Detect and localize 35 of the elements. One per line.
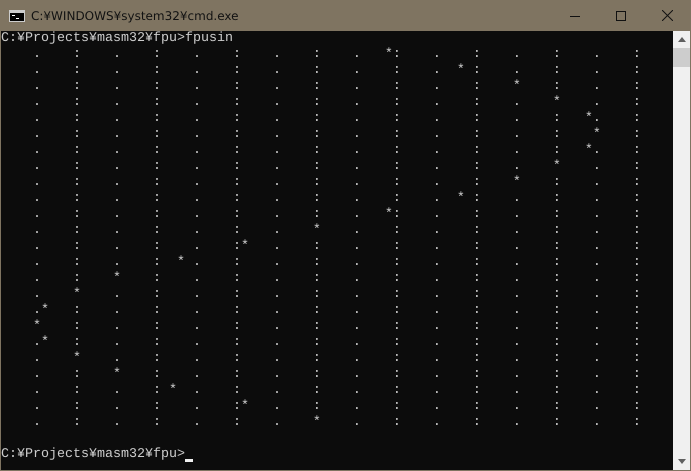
console-line: . : . : . : . : . : . : . * . : [32, 159, 642, 175]
console-line: . : . : * . : . : . : . : . : . : [32, 255, 642, 271]
console-line: . : . : . : . * . : . : . : . : [32, 415, 642, 431]
console-line: . : . : . : . : . : . : . : *. : [32, 143, 642, 159]
console-line: . : . : . : . : . *: . : . : . : [32, 47, 642, 63]
console-line: .* : . : . : . : . : . : . : . : [32, 335, 642, 351]
console-line: . : . : . : . : . : . : . : * : [32, 127, 642, 143]
command-prompt: C:¥Projects¥masm32¥fpu> [1, 447, 185, 463]
console-line: . : . : . : . : . : . * : . : . : [32, 191, 642, 207]
window-title: C:¥WINDOWS¥system32¥cmd.exe [31, 8, 240, 22]
console-line: . : . : . : . : . : . * : . : . : [32, 63, 642, 79]
console-line: . : . : . : . : . : . : * : . : [32, 175, 642, 191]
console-line: . : * : . : . : . : . : . : . : [32, 367, 642, 383]
console-line: C:¥Projects¥masm32¥fpu>fpusin [1, 31, 234, 47]
console-line: . * . : . : . : . : . : . : . : [32, 351, 642, 367]
close-icon [662, 10, 672, 21]
maximize-icon [616, 10, 626, 20]
console-line: . : . : . : . * . : . : . : . : [32, 223, 642, 239]
console-line: . : . : . : . : . : . : . * . : [32, 95, 642, 111]
console-icon [9, 10, 25, 22]
scroll-down-icon[interactable] [678, 459, 686, 464]
console-line: . : . : . : . : . *: . : . : . : [32, 207, 642, 223]
scrollbar[interactable] [673, 31, 690, 470]
text-cursor [184, 459, 193, 462]
console-line: . : . : . : . : . : . : . : *. : [32, 111, 642, 127]
scroll-up-icon[interactable] [678, 37, 686, 42]
scroll-thumb[interactable] [673, 48, 690, 67]
console-line: * : . : . : . : . : . : . : . : [32, 319, 642, 335]
console-line: . : * : . : . : . : . : . : . : [32, 271, 642, 287]
console-line: . : . : . :* . : . : . : . : . : [32, 239, 642, 255]
console-line: . : . : * . : . : . : . : . : . : [32, 383, 642, 399]
console-line: . * . : . : . : . : . : . : . : [32, 287, 642, 303]
console-line: .* : . : . : . : . : . : . : . : [32, 303, 642, 319]
console-line: . : . : . : . : . : . : * : . : [32, 79, 642, 95]
console-line: . : . : . :* . : . : . : . : . : [32, 399, 642, 415]
